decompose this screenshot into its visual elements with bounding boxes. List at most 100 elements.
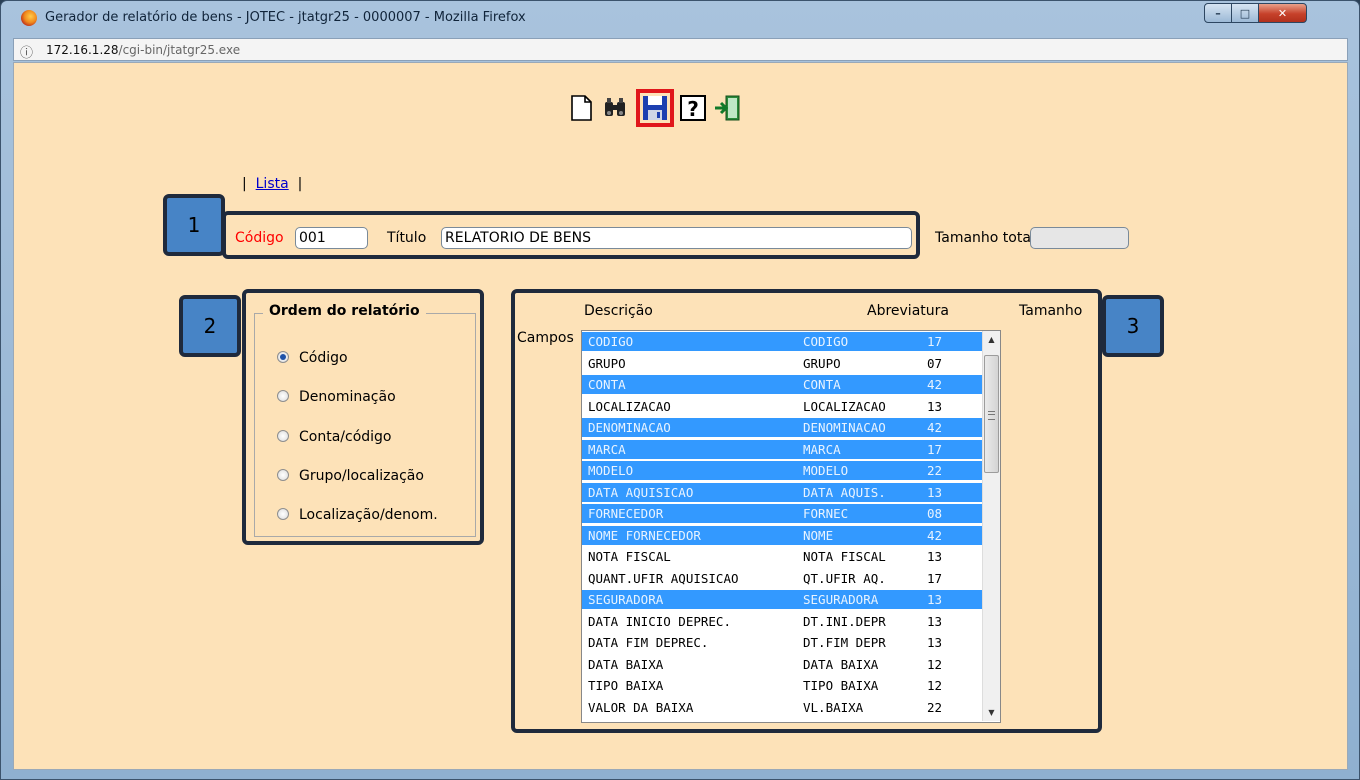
list-item[interactable]: DATA INICIO DEPREC. DT.INI.DEPR 13 xyxy=(582,612,984,631)
maximize-button[interactable]: □ xyxy=(1231,3,1259,23)
radio-localizacao-denom-dot[interactable] xyxy=(277,508,289,520)
codigo-label: Código xyxy=(235,230,284,246)
title-bar: Gerador de relatório de bens - JOTEC - j… xyxy=(1,1,1359,35)
list-item-tam: 12 xyxy=(927,656,943,672)
list-item-tam: 42 xyxy=(927,527,943,543)
ordem-legend: Ordem do relatório xyxy=(263,303,426,319)
list-item[interactable]: VALOR DA BAIXA VL.BAIXA 22 xyxy=(582,698,984,717)
list-item-tam: 13 xyxy=(927,613,943,629)
list-item[interactable]: CONTA CONTA 42 xyxy=(582,375,984,394)
list-item-tam: 13 xyxy=(927,549,943,564)
list-item[interactable]: QUANT.UFIR AQUISICAO QT.UFIR AQ. 17 xyxy=(582,569,984,588)
list-item-tam: 13 xyxy=(927,592,943,607)
radio-grupo-localizacao[interactable]: Grupo/localização xyxy=(277,468,424,484)
list-item[interactable]: NOME FORNECEDOR NOME 42 xyxy=(582,525,984,545)
campos-listbox[interactable]: CODIGO CODIGO 17 GRUPO GRUPO 07 CONTA CONTA 42 LO… xyxy=(581,330,1001,723)
binoculars-icon[interactable] xyxy=(600,93,630,123)
close-button[interactable]: ✕ xyxy=(1258,3,1307,23)
list-item-abrev: LOCALIZACAO xyxy=(803,398,886,414)
list-item[interactable]: TIPO BAIXA TIPO BAIXA 12 xyxy=(582,676,984,695)
list-item-tam: 13 xyxy=(927,484,943,500)
titulo-input[interactable]: RELATORIO DE BENS xyxy=(441,227,912,249)
list-item-desc: DATA BAIXA xyxy=(588,656,664,672)
codigo-input[interactable]: 001 xyxy=(295,227,368,249)
exit-icon[interactable] xyxy=(712,93,742,123)
list-item-tam: 22 xyxy=(927,699,943,715)
list-item-abrev: QT.UFIR AQ. xyxy=(803,570,886,586)
list-item-desc: DATA AQUISICAO xyxy=(588,484,694,500)
list-item-abrev: SEGURADORA xyxy=(803,592,879,607)
list-item-tam: 22 xyxy=(927,463,943,478)
list-item[interactable]: DENOMINACAO DENOMINACAO 42 xyxy=(582,418,984,437)
header-tamanho: Tamanho xyxy=(1019,303,1083,319)
list-item-abrev: DATA AQUIS. xyxy=(803,484,886,500)
list-item[interactable]: GRUPO GRUPO 07 xyxy=(582,354,984,373)
list-item-tam: 42 xyxy=(927,377,943,392)
radio-localizacao-denom[interactable]: Localização/denom. xyxy=(277,507,438,523)
list-item[interactable]: DATA BAIXA DATA BAIXA 12 xyxy=(582,655,984,674)
list-item-desc: MODELO xyxy=(588,463,634,478)
tamanho-total-label: Tamanho total xyxy=(935,230,1035,246)
list-item-abrev: CONTA xyxy=(803,377,841,392)
radio-codigo[interactable]: Código xyxy=(277,350,348,366)
list-item-desc: DENOMINACAO xyxy=(588,420,671,435)
list-item-abrev: CODIGO xyxy=(803,334,849,349)
listbox-scrollbar[interactable]: ▲ ▼ xyxy=(982,331,1000,721)
radio-conta-codigo-dot[interactable] xyxy=(277,430,289,442)
list-item[interactable]: SEGURADORA SEGURADORA 13 xyxy=(582,590,984,609)
scroll-up-arrow[interactable]: ▲ xyxy=(983,331,1000,348)
url-path: /cgi-bin/jtatgr25.exe xyxy=(118,43,241,57)
info-icon[interactable]: ⓘ xyxy=(20,42,33,61)
list-item[interactable]: DATA AQUISICAO DATA AQUIS. 13 xyxy=(582,482,984,502)
list-item-tam: 13 xyxy=(927,635,943,650)
save-button-highlight[interactable] xyxy=(636,89,674,127)
radio-codigo-dot[interactable] xyxy=(277,351,289,363)
campos-label: Campos xyxy=(517,330,574,346)
help-icon[interactable]: ? xyxy=(678,93,708,123)
list-item-abrev: DT.FIM DEPR xyxy=(803,635,886,650)
nav-links: | Lista | xyxy=(242,176,303,192)
list-item[interactable]: LOCALIZACAO LOCALIZACAO 13 xyxy=(582,397,984,416)
address-bar[interactable]: ⓘ 172.16.1.28/cgi-bin/jtatgr25.exe xyxy=(13,38,1348,61)
save-icon xyxy=(643,96,667,120)
scroll-grip-icon xyxy=(988,411,995,420)
list-item-abrev: DT.INI.DEPR xyxy=(803,613,886,629)
list-item-desc: NOTA FISCAL xyxy=(588,549,671,564)
svg-text:?: ? xyxy=(687,97,699,121)
list-item-desc: CODIGO xyxy=(588,334,634,349)
new-icon[interactable] xyxy=(566,93,596,123)
list-item-abrev: DENOMINACAO xyxy=(803,420,886,435)
callout-badge-1: 1 xyxy=(163,194,225,256)
url-host: 172.16.1.28 xyxy=(46,43,119,57)
minimize-button[interactable]: – xyxy=(1204,3,1232,23)
scroll-down-arrow[interactable]: ▼ xyxy=(983,704,1000,721)
list-item-tam: 08 xyxy=(927,506,943,521)
list-item[interactable]: MODELO MODELO 22 xyxy=(582,461,984,480)
radio-grupo-localizacao-dot[interactable] xyxy=(277,469,289,481)
list-item-tam: 17 xyxy=(927,334,943,349)
scroll-thumb[interactable] xyxy=(984,355,999,473)
list-item-abrev: NOTA FISCAL xyxy=(803,549,886,564)
list-item-abrev: VL.BAIXA xyxy=(803,699,864,715)
list-item[interactable]: FORNECEDOR FORNEC 08 xyxy=(582,504,984,523)
callout-badge-3: 3 xyxy=(1102,295,1164,357)
radio-conta-codigo[interactable]: Conta/código xyxy=(277,429,392,445)
list-item[interactable]: MARCA MARCA 17 xyxy=(582,439,984,459)
lista-link[interactable]: Lista xyxy=(256,176,289,192)
list-item-abrev: MARCA xyxy=(803,441,841,457)
list-item-desc: GRUPO xyxy=(588,355,626,371)
radio-denominacao-dot[interactable] xyxy=(277,390,289,402)
list-item[interactable]: NOTA FISCAL NOTA FISCAL 13 xyxy=(582,547,984,566)
list-item[interactable]: DATA FIM DEPREC. DT.FIM DEPR 13 xyxy=(582,633,984,652)
browser-window: Gerador de relatório de bens - JOTEC - j… xyxy=(0,0,1360,780)
list-item-desc: MARCA xyxy=(588,441,626,457)
list-item-desc: FORNECEDOR xyxy=(588,506,664,521)
list-item-abrev: GRUPO xyxy=(803,355,841,371)
url-text: 172.16.1.28/cgi-bin/jtatgr25.exe xyxy=(46,43,240,57)
tamanho-total-input[interactable] xyxy=(1030,227,1129,249)
list-item-abrev: TIPO BAIXA xyxy=(803,678,879,693)
header-abreviatura: Abreviatura xyxy=(867,303,949,319)
list-item[interactable]: CODIGO CODIGO 17 xyxy=(582,332,984,351)
radio-denominacao[interactable]: Denominação xyxy=(277,389,396,405)
list-item-tam: 17 xyxy=(927,441,943,457)
